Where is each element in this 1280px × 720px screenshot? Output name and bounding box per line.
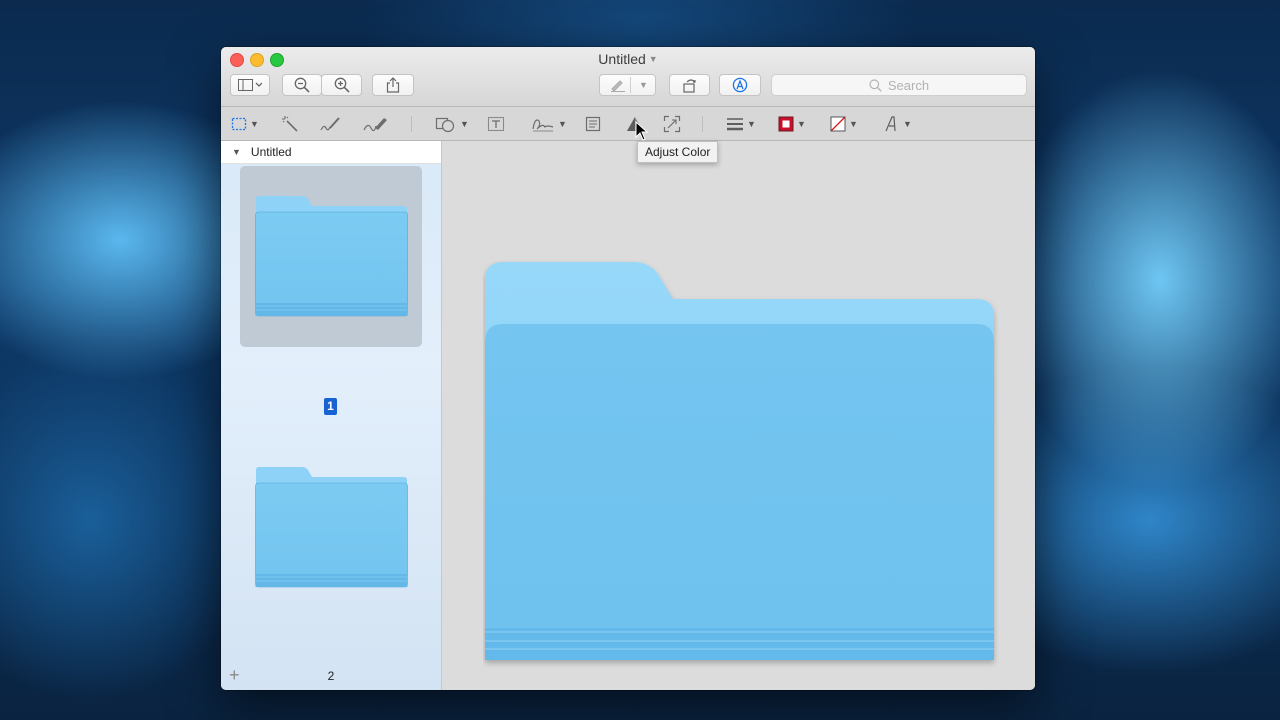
window-title[interactable]: Untitled ▼ — [221, 51, 1035, 67]
note-icon — [585, 116, 601, 132]
zoom-out-button[interactable] — [282, 74, 322, 96]
toolbar-separator — [411, 116, 412, 132]
search-placeholder: Search — [887, 77, 930, 93]
sidebar-header[interactable]: ▼ Untitled — [221, 141, 441, 164]
text-style-icon — [885, 116, 896, 132]
note-tool[interactable] — [585, 114, 601, 134]
border-color-icon — [778, 116, 794, 132]
folder-thumbnail-1[interactable] — [254, 195, 408, 317]
signature-icon — [532, 119, 554, 132]
chevron-down-icon: ▼ — [747, 119, 756, 129]
window-title-text: Untitled — [598, 51, 646, 67]
fill-color-tool[interactable]: ▼ — [830, 114, 858, 134]
highlight-button[interactable]: ▼ — [599, 74, 656, 96]
text-tool[interactable] — [487, 114, 505, 134]
page-number-1: 1 — [324, 398, 337, 415]
share-icon — [386, 77, 400, 93]
shapes-tool[interactable]: ▼ — [435, 114, 469, 134]
preview-window: Untitled ▼ ▼ Search ▼ ▼ ▼ ▼ ▼ ▼ ▼ ▼ Unti… — [221, 47, 1035, 690]
chevron-down-icon: ▼ — [460, 119, 469, 129]
zoom-in-button[interactable] — [321, 74, 362, 96]
zoom-out-icon — [294, 77, 310, 93]
add-page-button[interactable]: + — [229, 665, 240, 686]
highlight-dropdown-icon[interactable]: ▼ — [639, 80, 648, 90]
sign-tool[interactable]: ▼ — [531, 114, 567, 134]
text-style-tool[interactable]: ▼ — [884, 114, 912, 134]
sidebar-view-icon — [238, 79, 262, 91]
draw-tool[interactable] — [362, 114, 388, 134]
sketch-tool[interactable] — [319, 114, 341, 134]
rect-selection-tool[interactable]: ▼ — [231, 114, 259, 134]
markup-icon — [732, 77, 748, 93]
share-button[interactable] — [372, 74, 414, 96]
disclosure-triangle-icon[interactable]: ▼ — [232, 147, 241, 157]
highlight-icon — [611, 80, 625, 92]
rect-selection-icon — [231, 117, 247, 131]
title-bar: Untitled ▼ ▼ Search — [221, 47, 1035, 107]
search-icon — [869, 78, 882, 92]
magic-wand-icon — [282, 116, 298, 132]
search-field[interactable]: Search — [771, 74, 1027, 96]
page-number-2: 2 — [327, 669, 335, 683]
chevron-down-icon: ▼ — [558, 119, 567, 129]
instant-alpha-tool[interactable] — [281, 114, 299, 134]
chevron-down-icon: ▼ — [903, 119, 912, 129]
resize-icon — [663, 115, 681, 133]
folder-thumbnail-2[interactable] — [254, 466, 408, 588]
chevron-down-icon: ▼ — [250, 119, 259, 129]
shape-style-tool[interactable]: ▼ — [726, 114, 756, 134]
title-chevron-icon: ▼ — [648, 54, 658, 64]
border-color-tool[interactable]: ▼ — [778, 114, 806, 134]
markup-toolbar: ▼ ▼ ▼ ▼ ▼ ▼ ▼ — [221, 107, 1035, 141]
folder-image — [485, 262, 994, 660]
chevron-down-icon: ▼ — [849, 119, 858, 129]
sidebar-view-button[interactable] — [230, 74, 270, 96]
text-box-icon — [487, 116, 505, 132]
adjust-color-tooltip: Adjust Color — [637, 141, 719, 163]
sidebar-document-title: Untitled — [250, 145, 292, 159]
draw-icon — [363, 118, 387, 132]
fill-color-icon — [830, 116, 846, 132]
mouse-cursor-icon — [635, 121, 649, 141]
markup-toolbar-button[interactable] — [719, 74, 761, 96]
toolbar-separator — [702, 116, 703, 132]
rotate-button[interactable] — [669, 74, 710, 96]
line-style-icon — [727, 118, 743, 131]
sketch-icon — [320, 117, 340, 131]
adjust-size-tool[interactable] — [663, 114, 681, 134]
chevron-down-icon: ▼ — [797, 119, 806, 129]
thumbnail-sidebar: ▼ Untitled 1 2 + — [221, 141, 442, 690]
shapes-icon — [435, 117, 455, 133]
document-canvas[interactable] — [442, 141, 1035, 690]
rotate-icon — [682, 79, 696, 93]
zoom-in-icon — [334, 77, 350, 93]
